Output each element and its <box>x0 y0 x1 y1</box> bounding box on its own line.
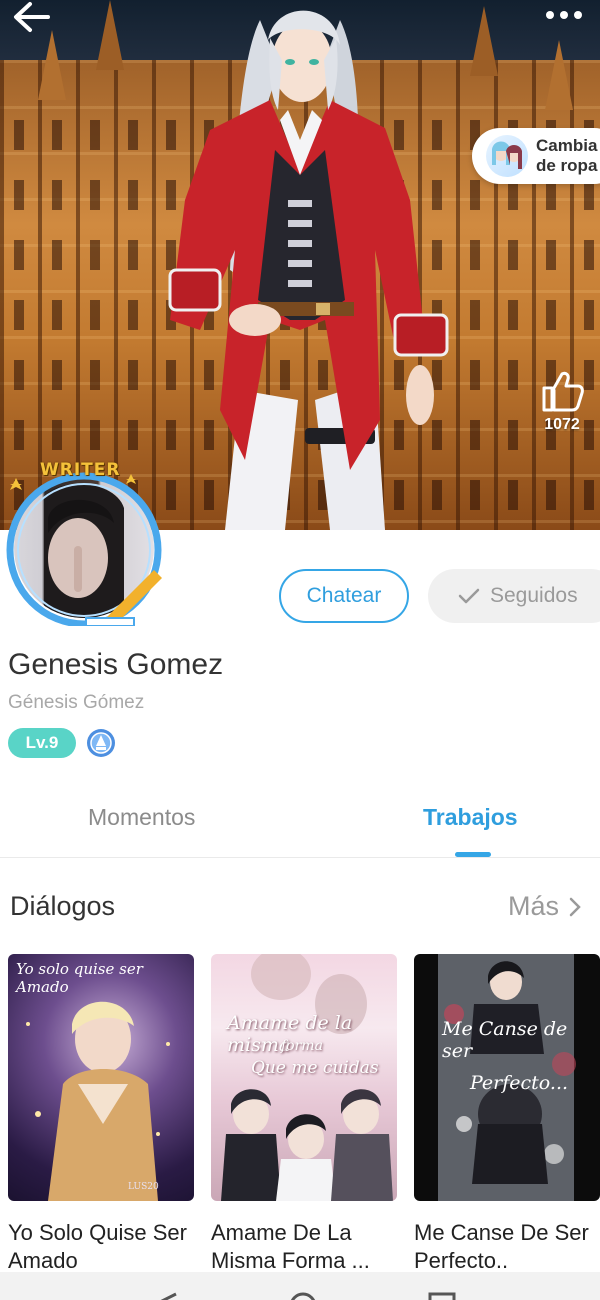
change-outfit-button[interactable]: Cambia de ropa <box>472 128 600 184</box>
home-nav-icon <box>290 1292 316 1300</box>
active-tab-indicator <box>455 852 491 857</box>
work-title[interactable]: Amame De La Misma Forma ... <box>211 1219 401 1275</box>
work-cover[interactable]: Me Canse de ser Perfecto... <box>414 954 600 1201</box>
work-card[interactable]: Me Canse de ser Perfecto... Me Canse De … <box>414 954 600 1275</box>
system-navigation-bar <box>0 1272 600 1300</box>
following-label: Seguidos <box>490 584 578 607</box>
back-button[interactable] <box>10 0 54 38</box>
spire <box>545 40 573 110</box>
work-cover[interactable]: Amame de la misma forma Que me cuidas <box>211 954 397 1201</box>
cover-title-text: Perfecto... <box>470 1072 569 1094</box>
back-nav-icon <box>160 1292 177 1300</box>
tab-works[interactable]: Trabajos <box>423 804 518 831</box>
avatar-character <box>168 10 449 530</box>
level-badge[interactable]: Lv.9 <box>8 728 76 758</box>
work-card[interactable]: Yo solo quise ser Amado LUS20 Yo Solo Qu… <box>8 954 194 1275</box>
more-label: Más <box>508 891 560 921</box>
cover-title-text: Yo solo quise ser Amado <box>16 960 143 996</box>
more-link[interactable]: Más <box>508 891 581 922</box>
writer-badge: WRITER <box>40 460 121 480</box>
chat-button[interactable]: Chatear <box>279 569 409 623</box>
checkmark-icon <box>458 588 480 604</box>
work-title[interactable]: Me Canse De Ser Perfecto.. <box>414 1219 600 1275</box>
work-title[interactable]: Yo Solo Quise Ser Amado <box>8 1219 198 1275</box>
work-cover[interactable]: Yo solo quise ser Amado LUS20 <box>8 954 194 1201</box>
profile-cover-image: Cambia de ropa 1072 <box>0 0 600 530</box>
arrow-left-icon <box>14 2 50 32</box>
writer-frame <box>6 472 162 626</box>
like-button[interactable]: 1072 <box>532 366 592 434</box>
spire <box>96 0 124 70</box>
cover-title-text: Que me cuidas <box>251 1058 379 1078</box>
recents-nav-icon <box>428 1292 456 1300</box>
work-card[interactable]: Amame de la misma forma Que me cuidas Am… <box>211 954 397 1275</box>
thumbs-up-icon <box>542 371 584 412</box>
cover-title-text: Me Canse de ser <box>442 1018 568 1062</box>
cover-title-text: forma <box>281 1038 323 1054</box>
like-count: 1072 <box>544 416 580 433</box>
profile-username: Génesis Gómez <box>8 692 145 713</box>
more-options-button[interactable] <box>536 4 592 26</box>
tab-moments[interactable]: Momentos <box>88 804 195 831</box>
change-outfit-label: Cambia de ropa <box>536 136 598 175</box>
outfit-avatar-icon <box>486 135 528 177</box>
cover-credit: LUS20 <box>128 1182 159 1192</box>
profile-avatar[interactable]: WRITER <box>0 458 180 638</box>
spire <box>38 30 66 100</box>
rank-medal-icon[interactable] <box>86 728 116 758</box>
profile-name: Genesis Gomez <box>8 648 224 681</box>
chevron-right-icon <box>569 897 581 916</box>
spire <box>470 6 498 76</box>
section-title: Diálogos <box>10 891 116 921</box>
following-button[interactable]: Seguidos <box>428 569 600 623</box>
more-dots-icon <box>546 11 554 19</box>
profile-tabs: Momentos Trabajos <box>0 790 600 858</box>
